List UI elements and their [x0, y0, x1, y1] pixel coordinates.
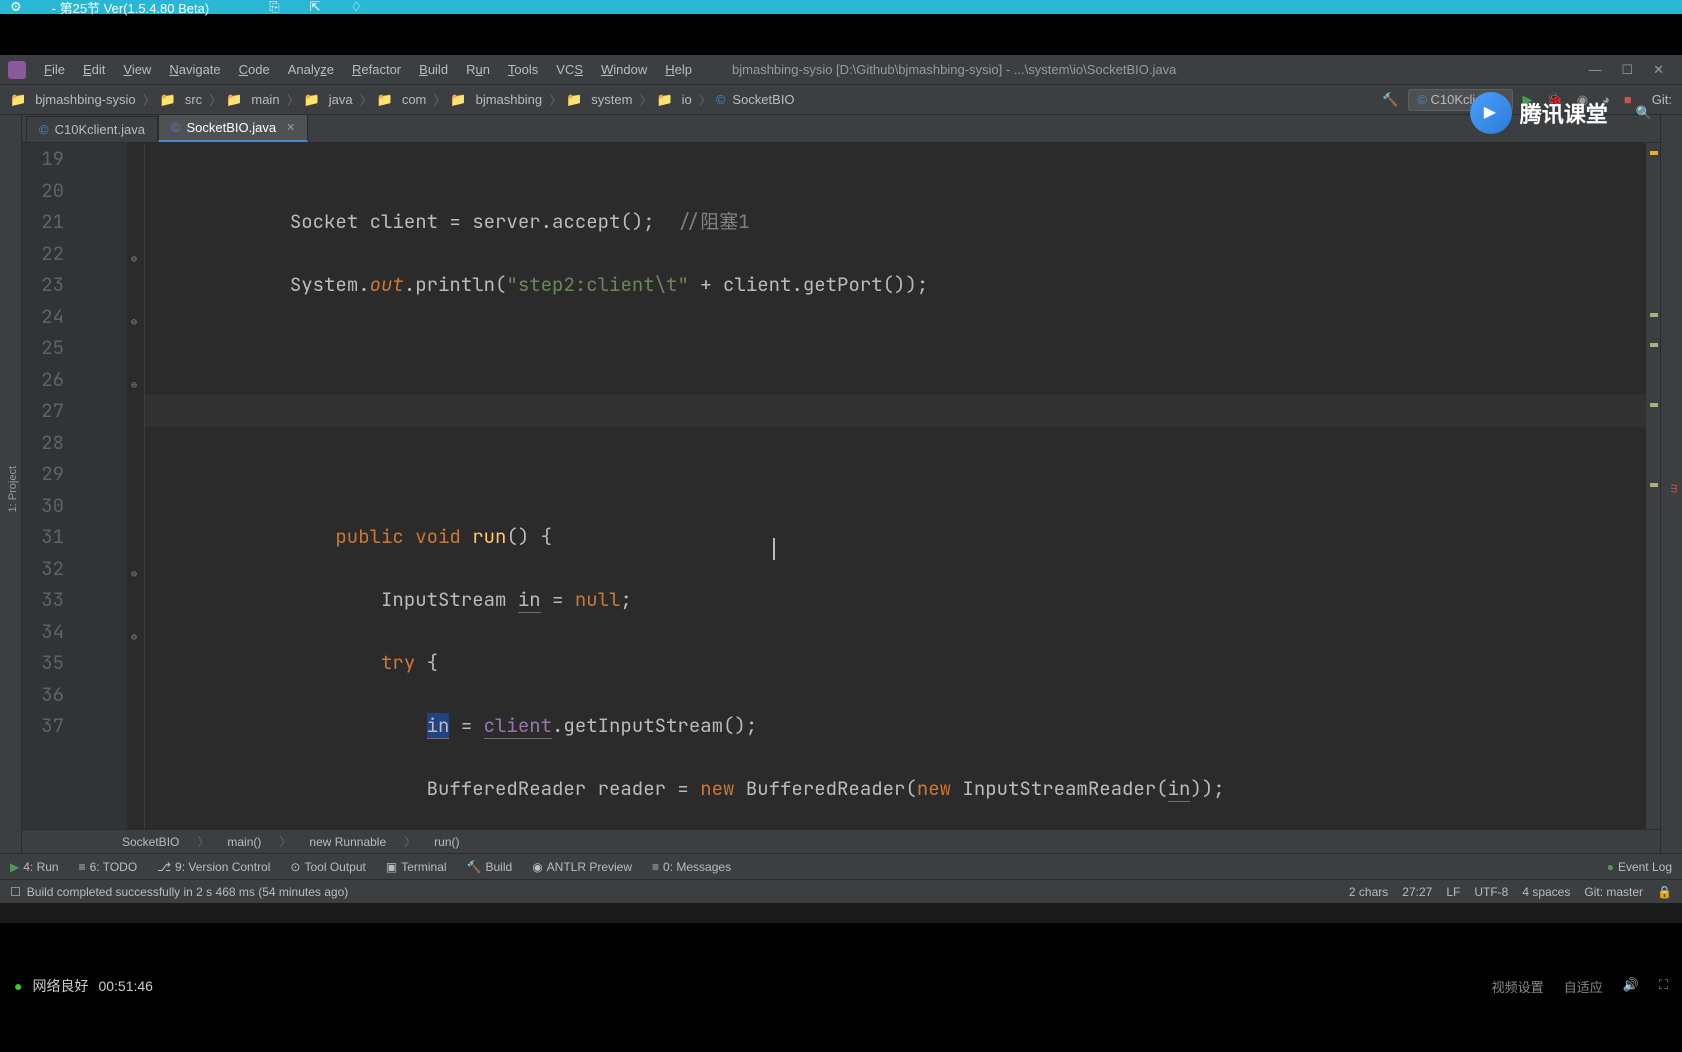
fold-column: ⊖ ⊖ ⊖ ⊖ ⊖ — [127, 143, 145, 829]
close-tab-icon[interactable]: ✕ — [286, 121, 295, 134]
crumb-pkg[interactable]: bjmashbing — [473, 92, 546, 107]
navigation-bar: 📁 bjmashbing-sysio〉 📁src〉 📁main〉 📁java〉 … — [0, 85, 1682, 115]
bc-class[interactable]: SocketBIO — [122, 835, 179, 849]
sidebar-project[interactable]: 1: Project — [5, 458, 21, 520]
bc-anon[interactable]: new Runnable — [309, 835, 386, 849]
menu-refactor[interactable]: Refactor — [344, 58, 409, 81]
window-controls: — ☐ ✕ — [1588, 62, 1674, 78]
editor-tabs: © C10Kclient.java © SocketBIO.java ✕ — [22, 115, 1660, 143]
tool-antlr[interactable]: ◉ ANTLR Preview — [532, 860, 632, 874]
status-git[interactable]: Git: master — [1584, 885, 1643, 899]
tool-run[interactable]: ▶4: Run — [10, 860, 59, 874]
status-indent[interactable]: 4 spaces — [1522, 885, 1570, 899]
bc-method[interactable]: main() — [227, 835, 261, 849]
video-settings[interactable]: 视频设置 — [1492, 977, 1544, 996]
network-status: 网络良好 — [32, 976, 88, 996]
ide-logo-icon — [8, 61, 26, 79]
crumb-io[interactable]: io — [679, 92, 695, 107]
watermark: 腾讯课堂 🔍 — [1470, 92, 1652, 134]
status-message: Build completed successfully in 2 s 468 … — [27, 885, 349, 899]
watermark-icon — [1470, 92, 1512, 134]
menu-help[interactable]: Help — [657, 58, 700, 81]
minimize-icon[interactable]: — — [1588, 62, 1601, 78]
menu-window[interactable]: Window — [593, 58, 655, 81]
status-chars: 2 chars — [1349, 885, 1388, 899]
java-file-icon: © — [171, 120, 181, 135]
menu-file[interactable]: File — [36, 58, 73, 81]
right-sidebar: m Database PlantUML Ant 1: Structure — [1660, 115, 1682, 853]
fullscreen-icon[interactable]: ⛶ — [1659, 977, 1668, 996]
status-le[interactable]: LF — [1446, 885, 1460, 899]
crumb-java[interactable]: java — [326, 92, 356, 107]
event-log[interactable]: ●Event Log — [1607, 860, 1672, 874]
error-stripe[interactable] — [1646, 143, 1660, 829]
tool-output[interactable]: ⊙ Tool Output — [290, 860, 365, 874]
menu-code[interactable]: Code — [231, 58, 278, 81]
crumb-system[interactable]: system — [588, 92, 635, 107]
menu-analyze[interactable]: Analyze — [280, 58, 342, 81]
os-title-bar: ⚙ - 第25节 Ver(1.5.4.80 Beta) ⎘ ⇱ ♢ — [0, 0, 1682, 14]
status-encoding[interactable]: UTF-8 — [1474, 885, 1508, 899]
bc-run[interactable]: run() — [434, 835, 459, 849]
crumb-root[interactable]: bjmashbing-sysio — [32, 92, 138, 107]
menu-view[interactable]: View — [115, 58, 159, 81]
close-icon[interactable]: ✕ — [1653, 62, 1664, 78]
crumb-src[interactable]: src — [182, 92, 205, 107]
menu-navigate[interactable]: Navigate — [161, 58, 228, 81]
fold-icon[interactable]: ⊖ — [131, 243, 137, 275]
tool-messages[interactable]: ≡ 0: Messages — [652, 860, 731, 874]
line-gutter: 19202122 23242526 27282930 31323334 3536… — [22, 143, 72, 829]
tab-c10kclient[interactable]: © C10Kclient.java — [26, 116, 158, 142]
window-title: - 第25节 Ver(1.5.4.80 Beta) — [52, 0, 210, 17]
ide-title: bjmashbing-sysio [D:\Github\bjmashbing-s… — [732, 62, 1586, 77]
crumb-com[interactable]: com — [399, 92, 430, 107]
text-cursor — [773, 538, 775, 560]
menu-edit[interactable]: Edit — [75, 58, 113, 81]
video-adaptive[interactable]: 自适应 — [1564, 977, 1603, 996]
video-time: 00:51:46 — [98, 978, 153, 994]
left-sidebar: 1: Project 2: Favorites — [0, 115, 22, 853]
lock-icon[interactable]: 🔒 — [1657, 885, 1672, 899]
maximize-icon[interactable]: ☐ — [1621, 62, 1633, 78]
gutter-marks: ●↑ 💡 — [72, 143, 127, 829]
tool-vcs[interactable]: ⎇ 9: Version Control — [157, 860, 270, 874]
fold-icon[interactable]: ⊖ — [131, 369, 137, 401]
tab-label: C10Kclient.java — [55, 122, 145, 137]
code-breadcrumb: SocketBIO〉 main()〉 new Runnable〉 run() — [22, 829, 1660, 853]
status-bar: ☐ Build completed successfully in 2 s 46… — [0, 879, 1682, 903]
tab-socketbio[interactable]: © SocketBIO.java ✕ — [158, 114, 308, 142]
fold-icon[interactable]: ⊖ — [131, 306, 137, 338]
volume-icon[interactable]: 🔊 — [1623, 977, 1639, 996]
menu-bar: File Edit View Navigate Code Analyze Ref… — [0, 55, 1682, 85]
build-icon[interactable]: 🔨 — [1378, 92, 1402, 108]
watermark-text: 腾讯课堂 — [1520, 97, 1608, 129]
status-pos[interactable]: 27:27 — [1402, 885, 1432, 899]
java-file-icon: © — [39, 122, 49, 137]
crumb-main[interactable]: main — [248, 92, 282, 107]
tool-todo[interactable]: ≡ 6: TODO — [79, 860, 138, 874]
tab-label: SocketBIO.java — [187, 120, 277, 135]
crumb-class[interactable]: SocketBIO — [729, 92, 797, 107]
video-player-bar: ● 网络良好 00:51:46 视频设置 自适应 🔊 ⛶ — [0, 971, 1682, 1001]
menu-run[interactable]: Run — [458, 58, 498, 81]
tool-build[interactable]: 🔨 Build — [467, 860, 513, 874]
code-editor[interactable]: 19202122 23242526 27282930 31323334 3536… — [22, 143, 1660, 829]
menu-vcs[interactable]: VCS — [548, 58, 591, 81]
bottom-tool-bar: ▶4: Run ≡ 6: TODO ⎇ 9: Version Control ⊙… — [0, 853, 1682, 879]
menu-tools[interactable]: Tools — [500, 58, 546, 81]
tool-terminal[interactable]: ▣ Terminal — [386, 860, 447, 874]
fold-icon[interactable]: ⊖ — [131, 558, 137, 590]
sidebar-maven[interactable]: m — [1666, 476, 1682, 501]
menu-build[interactable]: Build — [411, 58, 456, 81]
fold-icon[interactable]: ⊖ — [131, 621, 137, 653]
git-label: Git: — [1652, 92, 1672, 107]
folder-icon: 📁 — [10, 92, 26, 108]
code-content[interactable]: Socket client = server.accept(); //阻塞1 S… — [145, 143, 1646, 829]
